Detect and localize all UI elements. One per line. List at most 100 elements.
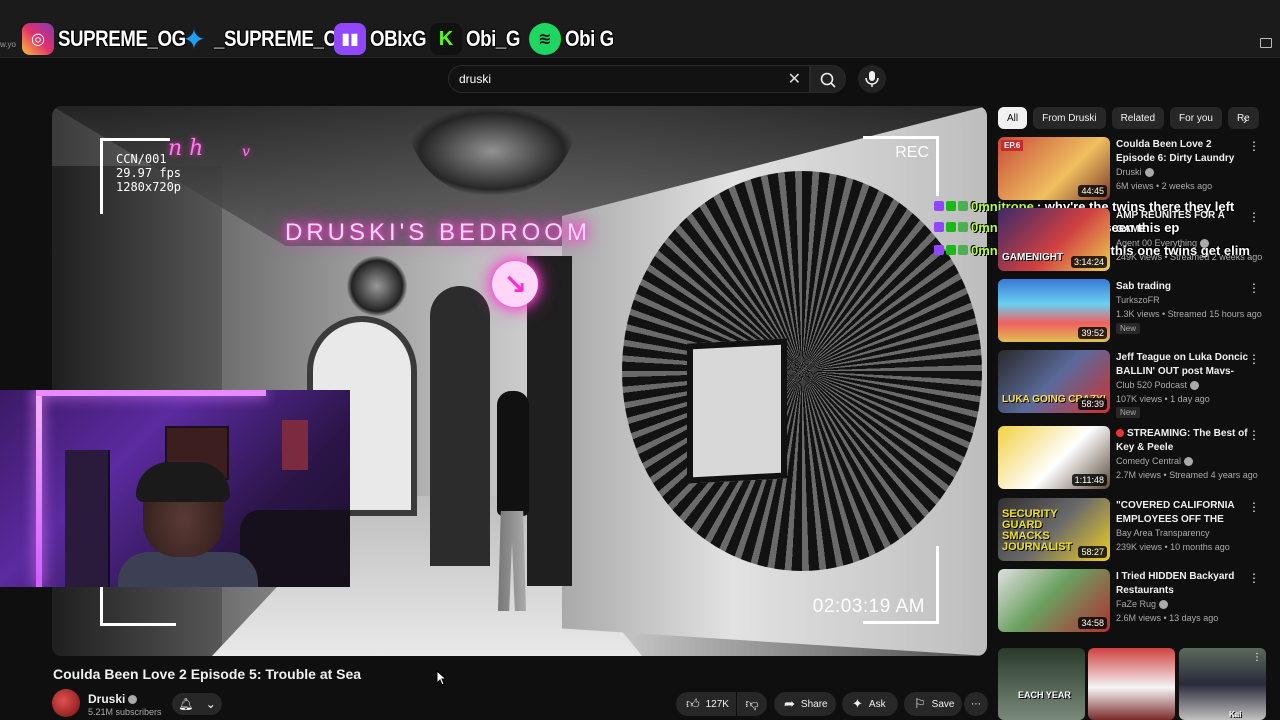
- like-button[interactable]: 👍︎ 127K: [676, 692, 736, 716]
- verified-icon: [1190, 381, 1200, 391]
- video-duration: 58:27: [1078, 546, 1107, 558]
- chat-badges: [934, 222, 968, 232]
- video-duration: 1:11:48: [1071, 474, 1107, 486]
- short-thumbnail[interactable]: EACH YEAR: [998, 648, 1085, 720]
- channel-name-label: Club 520 Podcast: [1116, 380, 1188, 390]
- video-title[interactable]: "COVERED CALIFORNIA EMPLOYEES OFF THE HO…: [1116, 499, 1252, 527]
- social-handle: Obi G: [565, 26, 614, 51]
- twitter-icon: ✦: [182, 23, 206, 55]
- more-vertical-icon[interactable]: ⋮: [1248, 210, 1260, 224]
- chip-for-you[interactable]: For you: [1170, 107, 1222, 129]
- video-thumbnail[interactable]: GAMENIGHT 3:14:24: [998, 208, 1110, 271]
- channel-name[interactable]: Druski: [88, 692, 138, 706]
- dislike-button[interactable]: 👎︎: [737, 692, 767, 716]
- sparkle-icon: ✦: [852, 696, 863, 711]
- search-bar[interactable]: ✕: [448, 65, 810, 93]
- save-button[interactable]: ⚐ Save: [904, 692, 962, 716]
- social-handle: OBIxG: [370, 26, 427, 51]
- webcam-wall-frame: [282, 420, 308, 470]
- webcam-door: [65, 450, 110, 587]
- video-meta: 2.6M views • 13 days ago: [1116, 613, 1219, 623]
- video-meta: 2.7M views • Streamed 4 years ago: [1116, 470, 1258, 480]
- video-duration: 3:14:24: [1070, 256, 1107, 268]
- short-thumbnail[interactable]: Kai ⋮: [1179, 648, 1266, 720]
- more-vertical-icon[interactable]: ⋮: [1248, 500, 1260, 514]
- neon-script: n h: [168, 136, 204, 161]
- chip-all[interactable]: All: [998, 107, 1028, 129]
- share-icon: ➦: [784, 696, 795, 711]
- video-title: Coulda Been Love 2 Episode 5: Trouble at…: [53, 666, 362, 682]
- verified-icon: [1184, 457, 1194, 467]
- video-thumbnail[interactable]: EP.6 44:45: [998, 137, 1110, 200]
- more-vertical-icon[interactable]: ⋮: [1248, 281, 1260, 295]
- video-meta: 107K views • 1 day ago: [1116, 394, 1210, 404]
- video-thumbnail[interactable]: 34:58: [998, 569, 1110, 632]
- chevron-right-icon[interactable]: ›: [1243, 112, 1247, 127]
- more-vertical-icon[interactable]: ⋮: [1248, 352, 1260, 366]
- social-kick: K Obi_G: [430, 22, 530, 56]
- verified-icon: [128, 695, 138, 705]
- channel-name-label: Druski: [1116, 167, 1142, 177]
- video-thumbnail[interactable]: SECURITY GUARD SMACKS JOURNALIST 58:27: [998, 498, 1110, 561]
- recommended-video[interactable]: 39:52 Sab trading TurkszoFR 1.3K views •…: [998, 279, 1262, 345]
- recommended-video[interactable]: GAMENIGHT 3:14:24 AMP REUNITES FOR A GAM…: [998, 208, 1262, 274]
- thumbs-down-icon: 👎︎: [745, 696, 759, 711]
- short-thumbnail[interactable]: [1088, 648, 1175, 720]
- webcam-led-strip: [36, 390, 42, 587]
- video-title[interactable]: I Tried HIDDEN Backyard Restaurants: [1116, 570, 1252, 598]
- chevron-down-icon: ⌄: [205, 697, 216, 711]
- camcorder-corner: [100, 586, 176, 626]
- recommended-video[interactable]: 34:58 I Tried HIDDEN Backyard Restaurant…: [998, 569, 1260, 635]
- video-meta: 239K views • 10 months ago: [1116, 542, 1230, 552]
- video-thumbnail[interactable]: 1:11:48: [998, 426, 1110, 489]
- channel-name-label[interactable]: Druski: [88, 692, 125, 706]
- related-filter-chips: All From Druski Related For you Re: [998, 107, 1260, 129]
- recommended-video[interactable]: EP.6 44:45 Coulda Been Love 2 Episode 6:…: [998, 137, 1260, 203]
- webcam-streamer: [118, 462, 258, 587]
- video-title[interactable]: Coulda Been Love 2 Episode 6: Dirty Laun…: [1116, 138, 1252, 166]
- video-title[interactable]: STREAMING: The Best of Key & Peele: [1116, 427, 1252, 455]
- more-vertical-icon[interactable]: ⋮: [1252, 652, 1262, 663]
- chip-related[interactable]: Related: [1111, 107, 1165, 129]
- notification-bell-button[interactable]: 🔔︎ ⌄: [172, 693, 222, 715]
- more-actions-button[interactable]: ⋯: [964, 692, 988, 716]
- search-button[interactable]: [810, 65, 846, 93]
- scene-mirror-glass: [687, 338, 787, 484]
- bookmark-icon: ⚐: [914, 696, 926, 711]
- close-icon[interactable]: ✕: [788, 69, 801, 89]
- share-label: Share: [800, 698, 828, 710]
- rec-label: REC: [895, 144, 929, 161]
- search-input[interactable]: [459, 72, 759, 86]
- recommended-video[interactable]: SECURITY GUARD SMACKS JOURNALIST 58:27 "…: [998, 498, 1260, 564]
- more-vertical-icon[interactable]: ⋮: [1248, 428, 1260, 442]
- recommended-video[interactable]: LUKA GOING CRAZY! 58:39 Jeff Teague on L…: [998, 350, 1260, 418]
- video-title[interactable]: Sab trading: [1116, 280, 1252, 294]
- chip-from-druski[interactable]: From Druski: [1033, 107, 1106, 129]
- streamer-webcam: [0, 390, 350, 587]
- more-vertical-icon[interactable]: ⋮: [1248, 139, 1260, 153]
- thumbnail-text: SECURITY GUARD SMACKS JOURNALIST: [1002, 508, 1073, 553]
- short-text: EACH YEAR: [1018, 690, 1071, 700]
- channel-name: TurkszoFR: [1116, 295, 1160, 305]
- more-vertical-icon[interactable]: ⋮: [1248, 571, 1260, 585]
- video-thumbnail[interactable]: LUKA GOING CRAZY! 58:39: [998, 350, 1110, 413]
- video-thumbnail[interactable]: 39:52: [998, 279, 1110, 342]
- share-button[interactable]: ➦ Share: [774, 692, 836, 716]
- video-duration: 34:58: [1078, 617, 1107, 629]
- channel-avatar[interactable]: [52, 689, 80, 717]
- thumbnail-text: EP.6: [1001, 140, 1024, 151]
- webcam-led-strip: [36, 390, 266, 396]
- bell-icon: 🔔︎: [178, 697, 194, 711]
- video-title-label[interactable]: STREAMING: The Best of Key & Peele: [1116, 428, 1248, 453]
- voice-search-button[interactable]: [858, 65, 886, 93]
- verified-icon: [1159, 600, 1169, 610]
- like-count: 127K: [705, 698, 729, 710]
- ask-button[interactable]: ✦ Ask: [842, 692, 898, 716]
- subscriber-count: 5.21M subscribers: [88, 707, 162, 717]
- video-title[interactable]: Jeff Teague on Luka Doncic BALLIN' OUT p…: [1116, 351, 1252, 379]
- camcorder-info-line: 29.97 fps: [116, 166, 182, 180]
- browser-window-icon[interactable]: [1260, 38, 1272, 48]
- video-title[interactable]: AMP REUNITES FOR A GAME: [1116, 209, 1252, 237]
- recommended-video[interactable]: 1:11:48 STREAMING: The Best of Key & Pee…: [998, 426, 1260, 492]
- video-timestamp: 02:03:19 AM: [812, 596, 925, 617]
